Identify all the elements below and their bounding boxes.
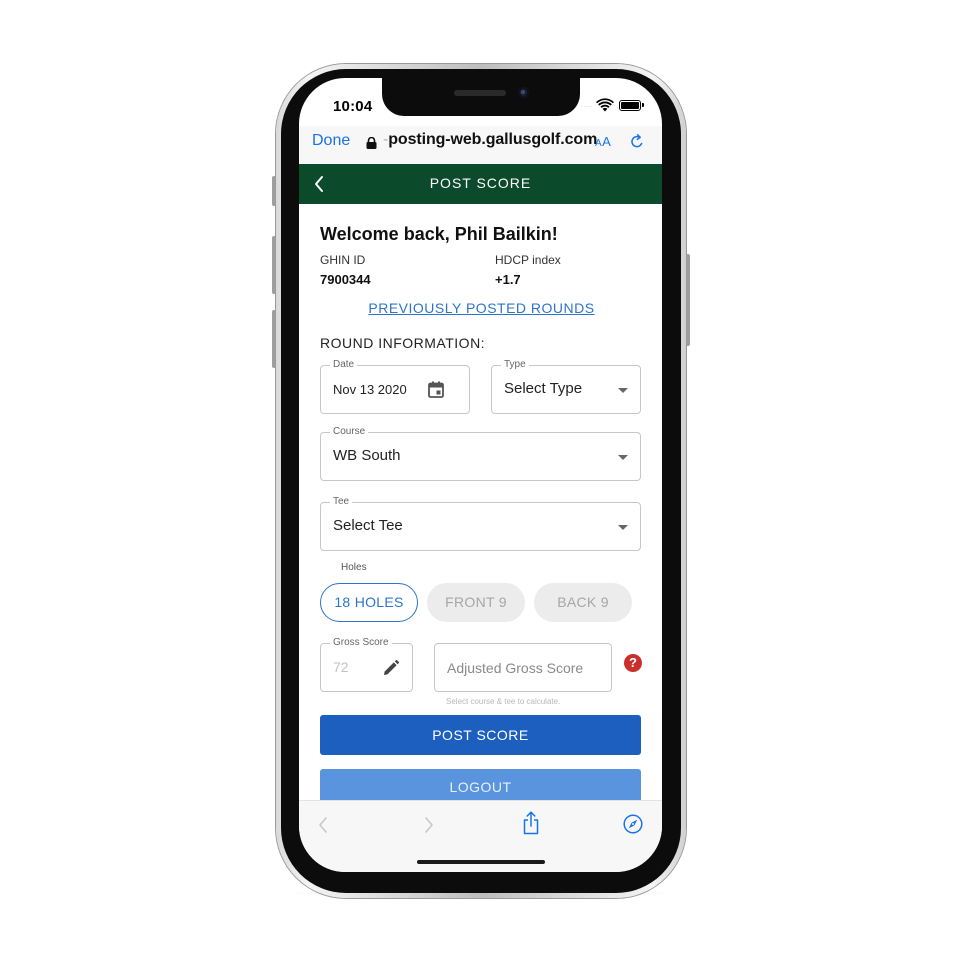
tee-value: Select Tee <box>333 517 403 534</box>
course-select[interactable]: Course WB South <box>320 426 641 481</box>
forward-arrow-icon[interactable] <box>423 815 435 835</box>
front-camera <box>518 87 529 98</box>
adjusted-score-hint: Select course & tee to calculate. <box>446 697 561 706</box>
tee-select[interactable]: Tee Select Tee <box>320 496 641 551</box>
back-arrow-icon[interactable] <box>317 815 329 835</box>
holes-option-front-9[interactable]: FRONT 9 <box>427 583 525 622</box>
lock-icon <box>366 137 377 149</box>
date-field[interactable]: Date Nov 13 2020 <box>320 359 470 414</box>
app-header: POST SCORE <box>299 164 662 204</box>
reload-icon[interactable] <box>629 134 645 150</box>
date-value: Nov 13 2020 <box>333 382 407 397</box>
done-button[interactable]: Done <box>312 132 350 150</box>
pencil-icon[interactable] <box>383 660 399 676</box>
phone-screen: 10:04 .... Done -posting-web.gallusgolf.… <box>299 78 662 872</box>
chevron-down-icon <box>618 455 628 460</box>
url-text[interactable]: -posting-web.gallusgolf.com <box>383 131 597 149</box>
type-select[interactable]: Type Select Type <box>491 359 641 414</box>
calendar-icon[interactable] <box>428 381 444 398</box>
chevron-down-icon <box>618 388 628 393</box>
gross-score-field[interactable]: Gross Score 72 <box>320 637 413 692</box>
adjusted-gross-score-field[interactable]: Adjusted Gross Score <box>434 643 612 692</box>
home-indicator[interactable] <box>417 860 545 864</box>
signal-icon: .... <box>581 102 593 109</box>
holes-label: Holes <box>341 562 367 573</box>
type-label: Type <box>501 359 529 371</box>
text-size-button[interactable]: AA <box>595 134 611 149</box>
course-value: WB South <box>333 447 401 464</box>
hdcp-value: +1.7 <box>495 272 521 287</box>
wifi-icon <box>596 98 614 112</box>
date-label: Date <box>330 359 358 371</box>
gross-score-label: Gross Score <box>330 637 392 649</box>
status-time: 10:04 <box>333 98 373 115</box>
power-button <box>686 254 690 346</box>
course-label: Course <box>330 426 369 438</box>
tee-label: Tee <box>330 496 353 508</box>
share-icon[interactable] <box>521 811 541 835</box>
speaker <box>454 90 506 96</box>
ghin-value: 7900344 <box>320 272 371 287</box>
notch <box>382 78 580 116</box>
chevron-down-icon <box>618 525 628 530</box>
previously-posted-rounds-link[interactable]: PREVIOUSLY POSTED ROUNDS <box>299 300 662 316</box>
browser-address-bar: Done -posting-web.gallusgolf.com AA <box>299 126 662 164</box>
page-title: POST SCORE <box>429 175 532 191</box>
compass-icon[interactable] <box>623 814 643 834</box>
adjusted-gross-score-placeholder: Adjusted Gross Score <box>447 660 584 676</box>
holes-option-18[interactable]: 18 HOLES <box>320 583 418 622</box>
type-value: Select Type <box>504 380 583 397</box>
welcome-heading: Welcome back, Phil Bailkin! <box>320 224 558 244</box>
url-domain: posting-web.gallusgolf.com <box>388 131 598 148</box>
gross-score-placeholder: 72 <box>333 659 349 675</box>
help-icon[interactable]: ? <box>624 654 642 672</box>
holes-option-back-9[interactable]: BACK 9 <box>534 583 632 622</box>
hdcp-label: HDCP index <box>495 253 561 267</box>
battery-icon <box>619 100 644 111</box>
text-size-large-a: A <box>602 134 612 149</box>
ghin-label: GHIN ID <box>320 253 366 267</box>
post-score-button[interactable]: POST SCORE <box>320 715 641 755</box>
round-information-title: ROUND INFORMATION: <box>320 335 486 351</box>
